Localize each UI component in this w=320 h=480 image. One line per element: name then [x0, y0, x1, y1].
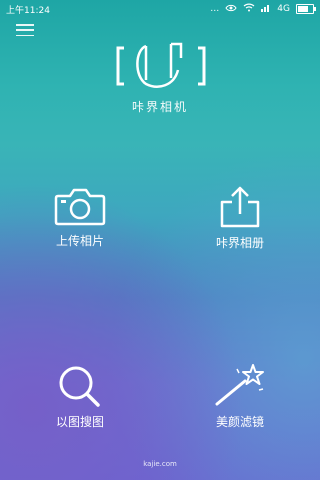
beauty-filter-button[interactable]: 美颜滤镜	[185, 363, 295, 430]
hamburger-line	[16, 29, 34, 31]
album-label: 咔界相册	[215, 236, 264, 250]
app-logo	[116, 40, 206, 96]
battery-level	[298, 6, 308, 12]
image-search-button[interactable]: 以图搜图	[25, 363, 135, 430]
eye-icon	[225, 4, 237, 15]
status-bar: 上午11:24 … 4G	[0, 0, 320, 18]
album-button[interactable]: 咔界相册	[185, 186, 295, 251]
battery-icon	[296, 4, 316, 14]
magic-wand-icon	[215, 364, 264, 406]
dots-icon: …	[210, 4, 220, 14]
wifi-icon	[243, 3, 255, 15]
share-upload-icon	[220, 186, 260, 228]
menu-button[interactable]	[16, 24, 34, 36]
camera-frame-logo	[116, 42, 206, 88]
upload-photo-label: 上传相片	[55, 234, 104, 248]
app-title: 咔界相机	[131, 100, 188, 114]
status-icons: … 4G	[210, 3, 316, 15]
footer-domain: kajie.com	[143, 460, 177, 468]
status-time: 上午11:24	[6, 5, 50, 16]
upload-photo-button[interactable]: 上传相片	[25, 186, 135, 249]
hamburger-line	[16, 34, 34, 36]
network-type: 4G	[277, 4, 290, 14]
search-icon	[59, 366, 100, 407]
signal-icon	[261, 3, 271, 15]
image-search-label: 以图搜图	[55, 415, 104, 429]
hamburger-menu-icon	[16, 24, 34, 26]
beauty-filter-label: 美颜滤镜	[215, 415, 264, 429]
camera-icon	[54, 188, 106, 226]
